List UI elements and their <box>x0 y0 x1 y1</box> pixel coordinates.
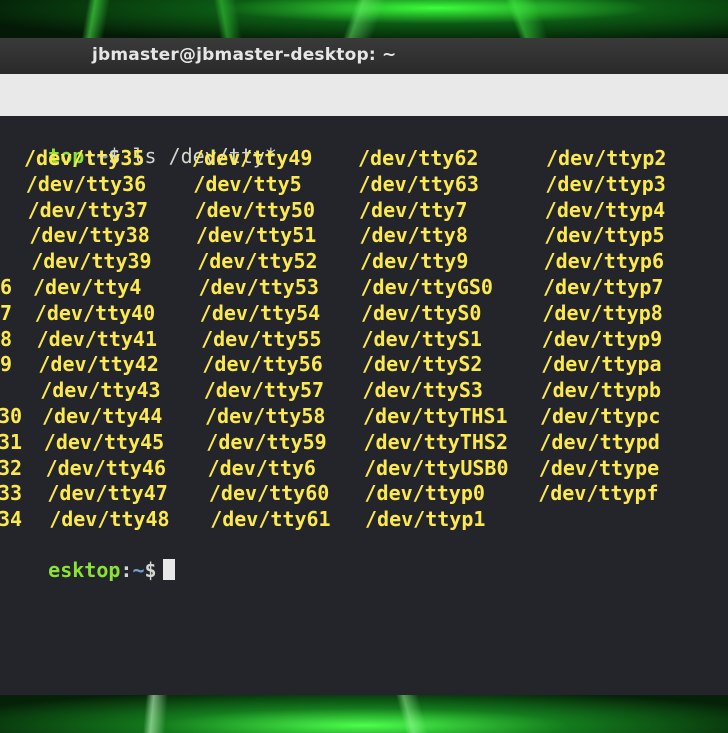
ls-entry: /dev/tty50 <box>194 197 316 222</box>
terminal-body[interactable]: top:~$ ls /dev/tty* /dev/tty35/dev/tty36… <box>0 116 728 695</box>
ls-entry: /dev/tty44 <box>42 404 163 428</box>
ls-entry: /dev/tty49 <box>192 146 313 170</box>
ls-entry: /dev/tty56 <box>202 352 323 377</box>
ls-entry: /dev/ttyGS0 <box>360 275 493 299</box>
desktop-wallpaper-top <box>0 0 728 40</box>
prompt-host: esktop <box>48 558 121 582</box>
ls-entry: /dev/ttypf <box>538 481 659 506</box>
ls-entry: /dev/ttyS1 <box>361 326 482 351</box>
ls-entry: /dev/tty59 <box>206 429 327 454</box>
ls-entry-fragment: 30 <box>0 404 23 428</box>
ls-entry: /dev/tty54 <box>199 300 321 325</box>
ls-entry: /dev/ttypb <box>540 378 662 403</box>
ls-entry: /dev/ttyp2 <box>546 146 667 170</box>
ls-entry: /dev/ttyp7 <box>543 275 664 299</box>
ls-entry: /dev/tty45 <box>43 429 165 454</box>
ls-entry-fragment: 9 <box>0 352 13 377</box>
window-titlebar[interactable]: jbmaster@jbmaster-desktop: ~ <box>0 38 728 75</box>
ls-entry: /dev/tty60 <box>208 481 330 506</box>
ls-entry: /dev/tty38 <box>29 223 150 248</box>
ls-entry: /dev/tty35 <box>24 146 145 170</box>
ls-entry: /dev/tty47 <box>47 481 168 506</box>
ls-entry: /dev/ttyS0 <box>361 300 482 325</box>
ls-entry: /dev/ttyp9 <box>541 326 663 351</box>
ls-entry-fragment: 32 <box>0 455 23 480</box>
ls-entry: /dev/tty53 <box>198 275 319 299</box>
ls-entry-fragment: 8 <box>0 326 13 351</box>
ls-entry: /dev/tty4 <box>33 275 142 299</box>
ls-entry: /dev/tty55 <box>201 326 322 351</box>
ls-entry: /dev/ttyUSB0 <box>364 455 509 480</box>
ls-entry: /dev/ttyp5 <box>544 223 665 248</box>
prompt-sign: $ <box>144 558 157 582</box>
ls-entry: /dev/ttyp0 <box>364 481 485 506</box>
ls-entry: /dev/ttyS3 <box>362 378 483 403</box>
ls-entry: /dev/ttyp1 <box>365 507 486 532</box>
ls-entry: /dev/tty8 <box>359 223 468 248</box>
ls-entry: /dev/ttyp4 <box>544 197 666 222</box>
ls-entry: /dev/ttypa <box>541 352 662 377</box>
ls-entry: /dev/ttyS2 <box>362 352 483 377</box>
ls-entry: /dev/tty39 <box>31 249 152 274</box>
ls-entry: /dev/ttype <box>538 455 660 480</box>
ls-entry: /dev/tty57 <box>203 378 325 403</box>
ls-entry-fragment: 33 <box>0 481 23 506</box>
terminal-cursor <box>162 559 175 580</box>
ls-entry: /dev/tty63 <box>358 171 479 196</box>
ls-entry: /dev/tty41 <box>36 326 158 351</box>
ls-entry: /dev/tty61 <box>210 507 331 532</box>
ls-entry-fragment: 6 <box>0 275 13 299</box>
ls-entry: /dev/ttypc <box>540 404 661 428</box>
menu-bar <box>0 74 728 116</box>
ls-entry: /dev/ttyTHS1 <box>363 404 508 428</box>
ls-entry: /dev/tty36 <box>25 171 147 196</box>
prompt-path: ~ <box>132 558 145 582</box>
ls-entry: /dev/tty52 <box>197 249 318 274</box>
ls-entry: /dev/ttyTHS2 <box>363 429 509 454</box>
ls-entry: /dev/tty62 <box>358 146 479 170</box>
ls-entry: /dev/tty37 <box>27 197 149 222</box>
ls-entry: /dev/tty9 <box>360 249 469 274</box>
ls-entry: /dev/tty6 <box>207 455 316 480</box>
ls-entry: /dev/ttyp6 <box>543 249 665 274</box>
ls-entry: /dev/tty51 <box>195 223 317 248</box>
ls-entry: /dev/tty40 <box>34 300 156 325</box>
ls-entry: /dev/tty46 <box>45 455 167 480</box>
ls-entry: /dev/ttypd <box>539 429 660 454</box>
current-prompt-line[interactable]: esktop:~$ <box>0 534 175 606</box>
desktop-wallpaper-bottom <box>0 695 728 733</box>
ls-entry: /dev/tty58 <box>205 404 326 428</box>
ls-entry-fragment: 31 <box>0 429 23 454</box>
ls-entry: /dev/ttyp3 <box>545 171 666 196</box>
ls-entry: /dev/ttyp8 <box>542 300 663 325</box>
ls-entry-fragment: 7 <box>0 300 13 325</box>
ls-entry: /dev/tty7 <box>359 197 468 222</box>
ls-entry: /dev/tty5 <box>193 171 302 196</box>
window-title: jbmaster@jbmaster-desktop: ~ <box>92 45 397 65</box>
ls-entry: /dev/tty42 <box>38 352 159 377</box>
ls-entry-fragment: 34 <box>0 507 23 532</box>
ls-entry: /dev/tty48 <box>49 507 170 532</box>
ls-entry: /dev/tty43 <box>40 378 161 403</box>
